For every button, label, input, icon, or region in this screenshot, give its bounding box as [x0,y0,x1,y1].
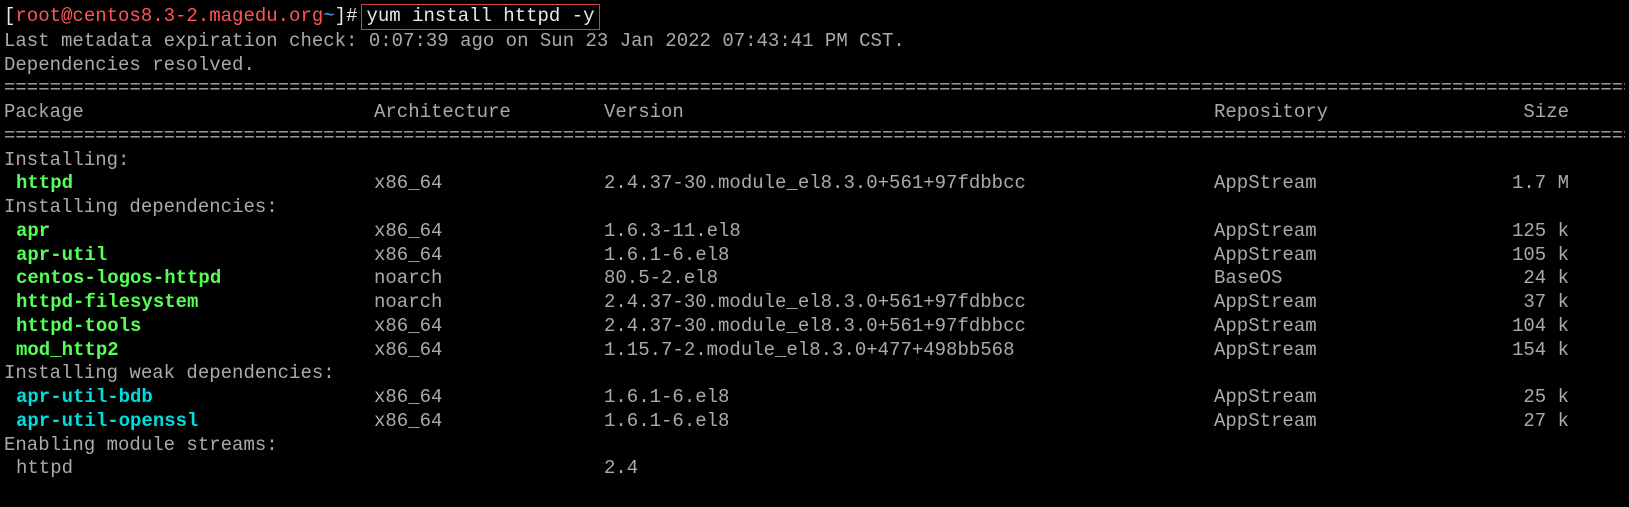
pkg-repo: AppStream [1214,291,1489,315]
pkg-name: centos-logos-httpd [4,267,374,291]
table-row: httpd-tools x86_64 2.4.37-30.module_el8.… [4,315,1625,339]
bracket-close: ] [335,5,346,29]
pkg-repo: BaseOS [1214,267,1489,291]
pkg-version: 1.6.1-6.el8 [604,410,1214,434]
pkg-repo: AppStream [1214,315,1489,339]
pkg-name: apr-util-bdb [4,386,374,410]
header-architecture: Architecture [374,101,604,125]
pkg-arch: x86_64 [374,410,604,434]
pkg-name: httpd-filesystem [4,291,374,315]
module-version: 2.4 [604,457,1214,481]
pkg-repo: AppStream [1214,220,1489,244]
pkg-version: 80.5-2.el8 [604,267,1214,291]
pkg-version: 2.4.37-30.module_el8.3.0+561+97fdbbcc [604,291,1214,315]
pkg-arch: noarch [374,291,604,315]
bracket-open: [ [4,5,15,29]
pkg-arch: x86_64 [374,172,604,196]
section-installing-weak: Installing weak dependencies: [4,362,1625,386]
module-size [1489,457,1569,481]
prompt-hash: # [346,5,357,29]
shell-prompt[interactable]: [root@centos8.3-2.magedu.org ~]# yum ins… [4,4,1625,30]
pkg-name: mod_http2 [4,339,374,363]
pkg-arch: x86_64 [374,315,604,339]
pkg-arch: x86_64 [374,386,604,410]
header-repository: Repository [1214,101,1489,125]
pkg-size: 25 k [1489,386,1569,410]
pkg-repo: AppStream [1214,410,1489,434]
section-enabling-modules: Enabling module streams: [4,434,1625,458]
pkg-size: 27 k [1489,410,1569,434]
section-installing-deps: Installing dependencies: [4,196,1625,220]
pkg-version: 2.4.37-30.module_el8.3.0+561+97fdbbcc [604,172,1214,196]
pkg-arch: x86_64 [374,339,604,363]
pkg-arch: x86_64 [374,220,604,244]
module-name: httpd [4,457,374,481]
header-size: Size [1489,101,1569,125]
user-host: root@centos8.3-2.magedu.org [15,5,323,29]
header-package: Package [4,101,374,125]
pkg-version: 1.6.3-11.el8 [604,220,1214,244]
pkg-version: 2.4.37-30.module_el8.3.0+561+97fdbbcc [604,315,1214,339]
pkg-repo: AppStream [1214,386,1489,410]
pkg-size: 1.7 M [1489,172,1569,196]
metadata-line: Last metadata expiration check: 0:07:39 … [4,30,1625,54]
table-row: httpd x86_64 2.4.37-30.module_el8.3.0+56… [4,172,1625,196]
command-text: yum install httpd -y [366,5,594,27]
pkg-repo: AppStream [1214,172,1489,196]
pkg-size: 125 k [1489,220,1569,244]
pkg-arch: noarch [374,267,604,291]
deps-resolved-line: Dependencies resolved. [4,54,1625,78]
pkg-version: 1.6.1-6.el8 [604,386,1214,410]
pkg-size: 105 k [1489,244,1569,268]
table-row: mod_http2 x86_64 1.15.7-2.module_el8.3.0… [4,339,1625,363]
pkg-repo: AppStream [1214,244,1489,268]
command-highlight-box: yum install httpd -y [361,4,599,30]
table-row: apr-util-bdb x86_64 1.6.1-6.el8 AppStrea… [4,386,1625,410]
pkg-name: apr [4,220,374,244]
pkg-arch: x86_64 [374,244,604,268]
table-row: apr-util-openssl x86_64 1.6.1-6.el8 AppS… [4,410,1625,434]
table-row: apr x86_64 1.6.3-11.el8 AppStream 125 k [4,220,1625,244]
section-installing: Installing: [4,149,1625,173]
table-row: httpd-filesystem noarch 2.4.37-30.module… [4,291,1625,315]
cwd-tilde: ~ [323,5,334,29]
divider-top: ========================================… [4,77,1625,101]
pkg-size: 24 k [1489,267,1569,291]
divider-mid: ========================================… [4,125,1625,149]
pkg-version: 1.15.7-2.module_el8.3.0+477+498bb568 [604,339,1214,363]
pkg-repo: AppStream [1214,339,1489,363]
pkg-name: httpd [4,172,374,196]
module-arch [374,457,604,481]
pkg-size: 154 k [1489,339,1569,363]
pkg-version: 1.6.1-6.el8 [604,244,1214,268]
table-row: httpd 2.4 [4,457,1625,481]
table-row: centos-logos-httpd noarch 80.5-2.el8 Bas… [4,267,1625,291]
pkg-size: 37 k [1489,291,1569,315]
pkg-name: apr-util [4,244,374,268]
table-header-row: Package Architecture Version Repository … [4,101,1625,125]
header-version: Version [604,101,1214,125]
pkg-name: apr-util-openssl [4,410,374,434]
pkg-size: 104 k [1489,315,1569,339]
pkg-name: httpd-tools [4,315,374,339]
table-row: apr-util x86_64 1.6.1-6.el8 AppStream 10… [4,244,1625,268]
module-repo [1214,457,1489,481]
